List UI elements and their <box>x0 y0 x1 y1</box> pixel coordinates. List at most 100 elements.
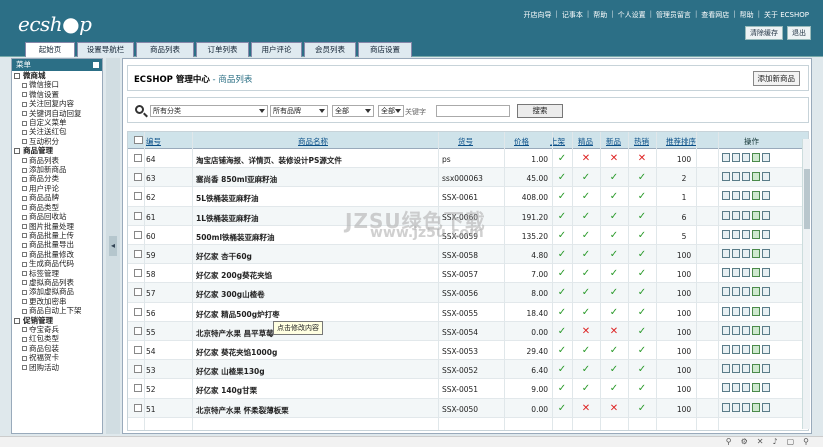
row-name[interactable]: 淘宝店铺海报、详情页、装修设计PS源文件 <box>196 155 342 166</box>
view-icon[interactable] <box>722 287 730 297</box>
row-name[interactable]: 好亿家 杏干60g <box>196 251 252 262</box>
duplicate-icon[interactable] <box>762 325 770 335</box>
top-link-notepad[interactable]: 记事本 <box>562 10 583 20</box>
view-icon[interactable] <box>722 191 730 201</box>
copy-icon[interactable] <box>742 383 750 393</box>
sidebar-item[interactable]: 夺宝奇兵 <box>12 325 102 334</box>
yes-icon[interactable]: ✓ <box>579 191 593 202</box>
copy-icon[interactable] <box>742 172 750 182</box>
view-icon[interactable] <box>722 249 730 258</box>
yes-icon[interactable]: ✓ <box>579 249 593 260</box>
row-sort[interactable]: 100 <box>673 328 695 337</box>
logout-button[interactable]: 退出 <box>787 26 811 40</box>
header-hot[interactable]: 热销 <box>634 136 649 147</box>
no-icon[interactable]: ✕ <box>607 403 621 414</box>
yes-icon[interactable]: ✓ <box>635 191 649 202</box>
view-icon[interactable] <box>722 325 730 335</box>
duplicate-icon[interactable] <box>762 153 770 162</box>
yes-icon[interactable]: ✓ <box>635 211 649 222</box>
sidebar-item[interactable]: 用户评论 <box>12 184 102 193</box>
copy-icon[interactable] <box>742 153 750 162</box>
yes-icon[interactable]: ✓ <box>635 287 649 298</box>
row-sort[interactable]: 100 <box>673 347 695 356</box>
copy-icon[interactable] <box>742 306 750 316</box>
duplicate-icon[interactable] <box>762 383 770 393</box>
row-name[interactable]: 好亿家 山楂果130g <box>196 366 265 377</box>
sidebar-item[interactable]: 添加虚拟商品 <box>12 287 102 296</box>
no-icon[interactable]: ✕ <box>579 326 593 337</box>
trash-icon[interactable] <box>752 153 760 162</box>
yes-icon[interactable]: ✓ <box>555 153 569 164</box>
row-name[interactable]: 5L铁桶装亚麻籽油 <box>196 193 259 204</box>
tab-start[interactable]: 起始页 <box>25 42 75 57</box>
view-icon[interactable] <box>722 364 730 374</box>
edit-icon[interactable] <box>732 210 740 220</box>
row-sort[interactable]: 100 <box>673 270 695 279</box>
collapse-icon[interactable] <box>93 62 99 68</box>
duplicate-icon[interactable] <box>762 210 770 220</box>
sidebar-item[interactable]: 商品分类 <box>12 174 102 183</box>
edit-icon[interactable] <box>732 383 740 393</box>
yes-icon[interactable]: ✓ <box>635 268 649 279</box>
no-icon[interactable]: ✕ <box>607 153 621 164</box>
edit-icon[interactable] <box>732 287 740 297</box>
yes-icon[interactable]: ✓ <box>607 172 621 183</box>
copy-icon[interactable] <box>742 268 750 278</box>
yes-icon[interactable]: ✓ <box>555 326 569 337</box>
copy-icon[interactable] <box>742 249 750 258</box>
no-icon[interactable]: ✕ <box>579 403 593 414</box>
yes-icon[interactable]: ✓ <box>555 191 569 202</box>
yes-icon[interactable]: ✓ <box>635 326 649 337</box>
row-sort[interactable]: 100 <box>673 155 695 164</box>
yes-icon[interactable]: ✓ <box>635 230 649 241</box>
row-sort[interactable]: 5 <box>673 232 695 241</box>
row-sku[interactable]: SSX-0058 <box>442 251 478 260</box>
edit-icon[interactable] <box>732 402 740 412</box>
collapse-arrow-icon[interactable]: ◂ <box>109 236 117 256</box>
yes-icon[interactable]: ✓ <box>607 249 621 260</box>
duplicate-icon[interactable] <box>762 402 770 412</box>
view-icon[interactable] <box>722 345 730 354</box>
row-sort[interactable]: 6 <box>673 213 695 222</box>
sidebar-item[interactable]: 商品回收站 <box>12 212 102 221</box>
edit-icon[interactable] <box>732 345 740 354</box>
top-link-about[interactable]: 关于 ECSHOP <box>764 10 809 20</box>
copy-icon[interactable] <box>742 287 750 297</box>
trash-icon[interactable] <box>752 306 760 316</box>
sidebar-item[interactable]: 祝福贺卡 <box>12 353 102 362</box>
sound-icon[interactable]: ♪ <box>772 437 777 446</box>
row-checkbox[interactable] <box>134 250 142 258</box>
yes-icon[interactable]: ✓ <box>555 345 569 356</box>
tab-product-list[interactable]: 商品列表 <box>136 42 194 57</box>
copy-icon[interactable] <box>742 191 750 201</box>
yes-icon[interactable]: ✓ <box>607 287 621 298</box>
row-price[interactable]: 0.00 <box>508 405 548 414</box>
window-icon[interactable]: ▢ <box>787 437 795 446</box>
row-checkbox[interactable] <box>134 192 142 201</box>
row-checkbox[interactable] <box>134 346 142 354</box>
duplicate-icon[interactable] <box>762 268 770 278</box>
trash-icon[interactable] <box>752 345 760 354</box>
row-sku[interactable]: SSX-0050 <box>442 405 478 414</box>
yes-icon[interactable]: ✓ <box>607 345 621 356</box>
edit-icon[interactable] <box>732 268 740 278</box>
tab-member-list[interactable]: 会员列表 <box>304 42 356 57</box>
header-name[interactable]: 商品名称 <box>298 136 328 147</box>
trash-icon[interactable] <box>752 325 760 335</box>
tab-shop-settings[interactable]: 商店设置 <box>358 42 412 57</box>
copy-icon[interactable] <box>742 210 750 220</box>
trash-icon[interactable] <box>752 383 760 393</box>
search-button[interactable]: 搜索 <box>517 104 563 118</box>
no-icon[interactable]: ✕ <box>635 153 649 164</box>
row-price[interactable]: 18.40 <box>508 309 548 318</box>
sidebar-item[interactable]: 商品包装 <box>12 344 102 353</box>
sidebar-item[interactable]: 红包类型 <box>12 334 102 343</box>
duplicate-icon[interactable] <box>762 306 770 316</box>
edit-icon[interactable] <box>732 172 740 182</box>
settings-icon[interactable]: ⚙ <box>741 437 748 446</box>
row-price[interactable]: 135.20 <box>508 232 548 241</box>
duplicate-icon[interactable] <box>762 191 770 201</box>
row-checkbox[interactable] <box>134 384 142 393</box>
yes-icon[interactable]: ✓ <box>579 307 593 318</box>
category-select[interactable]: 所有分类 <box>150 105 268 117</box>
